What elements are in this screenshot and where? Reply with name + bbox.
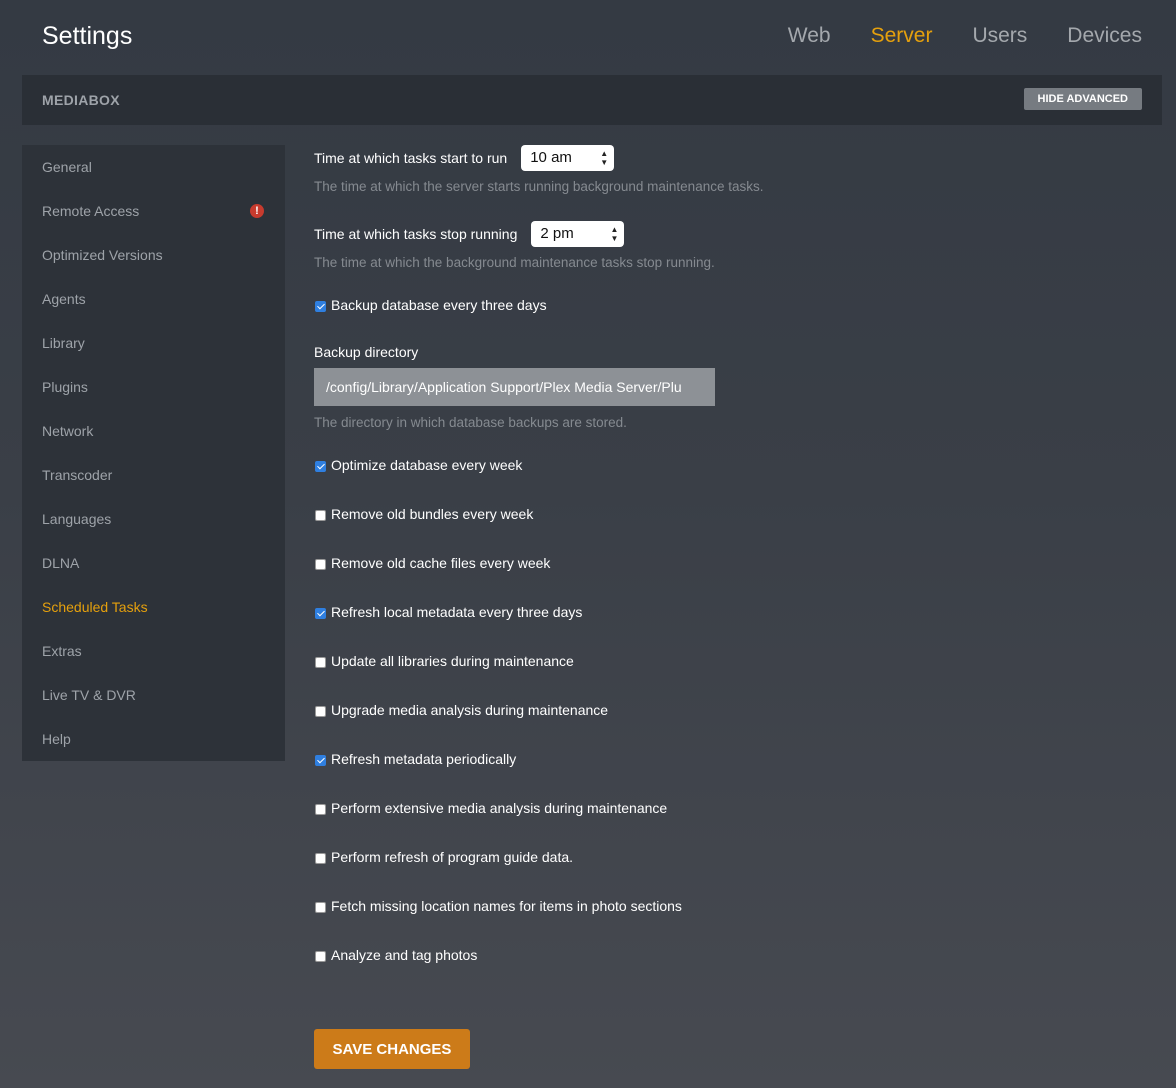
backup-db-label: Backup database every three days — [331, 297, 547, 313]
option-checkbox[interactable] — [315, 901, 326, 913]
start-time-row: Time at which tasks start to run 10 am ▲… — [314, 145, 1154, 171]
top-bar: Settings Web Server Users Devices — [0, 0, 1176, 74]
option-checkbox[interactable] — [315, 607, 326, 619]
sidebar-item-dlna[interactable]: DLNA — [22, 541, 285, 585]
option-label: Update all libraries during maintenance — [331, 653, 574, 669]
backup-dir-help: The directory in which database backups … — [314, 415, 627, 430]
option-extensive-analysis[interactable]: Perform extensive media analysis during … — [314, 798, 1154, 818]
option-remove-bundles[interactable]: Remove old bundles every week — [314, 504, 1154, 524]
backup-db-option[interactable]: Backup database every three days — [314, 295, 1154, 315]
sidebar-item-general[interactable]: General — [22, 145, 285, 189]
option-checkbox[interactable] — [315, 950, 326, 962]
save-changes-button[interactable]: SAVE CHANGES — [314, 1029, 470, 1069]
start-time-value: 10 am — [530, 149, 572, 166]
option-label: Remove old cache files every week — [331, 555, 551, 571]
option-label: Fetch missing location names for items i… — [331, 898, 682, 914]
stop-time-label: Time at which tasks stop running — [314, 226, 518, 242]
sidebar-item-scheduled-tasks[interactable]: Scheduled Tasks — [22, 585, 285, 629]
sidebar-item-remote-access[interactable]: Remote Access ! — [22, 189, 285, 233]
tab-server[interactable]: Server — [871, 24, 933, 48]
select-arrows-icon: ▲ ▼ — [610, 225, 619, 243]
option-fetch-location-names[interactable]: Fetch missing location names for items i… — [314, 896, 1154, 916]
option-label: Refresh metadata periodically — [331, 751, 517, 767]
start-time-help: The time at which the server starts runn… — [314, 179, 764, 194]
alert-icon: ! — [250, 204, 264, 218]
settings-content: Time at which tasks start to run 10 am ▲… — [314, 145, 1154, 965]
tab-devices[interactable]: Devices — [1067, 24, 1142, 48]
option-refresh-local-metadata[interactable]: Refresh local metadata every three days — [314, 602, 1154, 622]
hide-advanced-button[interactable]: HIDE ADVANCED — [1023, 88, 1142, 110]
stop-time-row: Time at which tasks stop running 2 pm ▲ ▼ — [314, 221, 1154, 247]
option-analyze-tag-photos[interactable]: Analyze and tag photos — [314, 945, 1154, 965]
stop-time-help: The time at which the background mainten… — [314, 255, 715, 270]
sidebar-item-transcoder[interactable]: Transcoder — [22, 453, 285, 497]
option-optimize-db[interactable]: Optimize database every week — [314, 455, 1154, 475]
option-remove-cache[interactable]: Remove old cache files every week — [314, 553, 1154, 573]
backup-dir-input[interactable] — [314, 368, 715, 406]
option-checkbox[interactable] — [315, 558, 326, 570]
sidebar-item-agents[interactable]: Agents — [22, 277, 285, 321]
sidebar: General Remote Access ! Optimized Versio… — [22, 145, 285, 761]
option-refresh-guide[interactable]: Perform refresh of program guide data. — [314, 847, 1154, 867]
option-checkbox[interactable] — [315, 509, 326, 521]
tab-users[interactable]: Users — [972, 24, 1027, 48]
start-time-select[interactable]: 10 am ▲ ▼ — [521, 145, 615, 171]
sidebar-item-live-tv-dvr[interactable]: Live TV & DVR — [22, 673, 285, 717]
sidebar-item-optimized-versions[interactable]: Optimized Versions — [22, 233, 285, 277]
tab-web[interactable]: Web — [788, 24, 831, 48]
option-checkbox[interactable] — [315, 460, 326, 472]
option-checkbox[interactable] — [315, 803, 326, 815]
option-label: Perform refresh of program guide data. — [331, 849, 574, 865]
sidebar-item-help[interactable]: Help — [22, 717, 285, 761]
option-checkbox[interactable] — [315, 705, 326, 717]
start-time-label: Time at which tasks start to run — [314, 150, 508, 166]
backup-db-checkbox[interactable] — [315, 300, 326, 312]
option-upgrade-analysis[interactable]: Upgrade media analysis during maintenanc… — [314, 700, 1154, 720]
server-bar: MEDIABOX HIDE ADVANCED — [22, 75, 1162, 125]
sidebar-item-label: Remote Access — [42, 203, 140, 219]
sidebar-item-plugins[interactable]: Plugins — [22, 365, 285, 409]
option-update-libraries[interactable]: Update all libraries during maintenance — [314, 651, 1154, 671]
sidebar-item-network[interactable]: Network — [22, 409, 285, 453]
option-label: Upgrade media analysis during maintenanc… — [331, 702, 609, 718]
select-arrows-icon: ▲ ▼ — [600, 149, 609, 167]
stop-time-value: 2 pm — [540, 225, 574, 242]
backup-dir-label: Backup directory — [314, 344, 419, 360]
option-checkbox[interactable] — [315, 656, 326, 668]
option-refresh-metadata-periodically[interactable]: Refresh metadata periodically — [314, 749, 1154, 769]
option-label: Analyze and tag photos — [331, 947, 478, 963]
option-checkbox[interactable] — [315, 754, 326, 766]
maintenance-options: Optimize database every week Remove old … — [314, 455, 1154, 965]
option-label: Remove old bundles every week — [331, 506, 534, 522]
server-name: MEDIABOX — [42, 92, 120, 108]
sidebar-item-library[interactable]: Library — [22, 321, 285, 365]
top-tabs: Web Server Users Devices — [748, 24, 1142, 48]
option-label: Optimize database every week — [331, 457, 523, 473]
sidebar-item-extras[interactable]: Extras — [22, 629, 285, 673]
option-label: Refresh local metadata every three days — [331, 604, 583, 620]
option-checkbox[interactable] — [315, 852, 326, 864]
page-title: Settings — [42, 22, 133, 50]
sidebar-item-languages[interactable]: Languages — [22, 497, 285, 541]
option-label: Perform extensive media analysis during … — [331, 800, 668, 816]
stop-time-select[interactable]: 2 pm ▲ ▼ — [531, 221, 625, 247]
